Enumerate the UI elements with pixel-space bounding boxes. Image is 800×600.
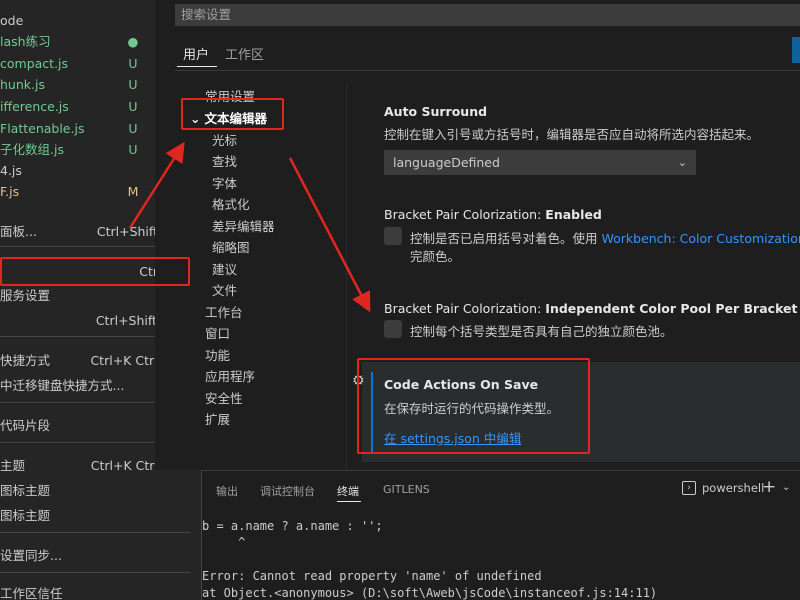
setting-title-auto-surround: Auto Surround — [384, 104, 488, 119]
bottom-panel: 输出 调试控制台 终端 GITLENS › powershell + ⌄ b =… — [202, 470, 800, 600]
git-status-badge: U — [128, 56, 138, 71]
menu-separator — [0, 572, 190, 573]
toc-extensions[interactable]: 扩展 — [205, 409, 230, 428]
toc-minimap[interactable]: 缩略图 — [212, 237, 250, 256]
toc-divider — [346, 84, 347, 470]
chevron-down-icon[interactable]: ⌄ — [782, 482, 790, 493]
toc-features[interactable]: 功能 — [205, 345, 230, 364]
git-status-badge: U — [128, 121, 138, 136]
active-tab-indicator — [337, 501, 361, 502]
terminal-line: at Object.<anonymous> (D:\soft\Aweb\jsCo… — [202, 586, 658, 600]
setting-description: 控制在键入引号或方括号时，编辑器是否应自动将所选内容括起来。 — [384, 127, 760, 142]
git-status-badge: U — [128, 99, 138, 114]
setting-title-bracket-colorization: Bracket Pair Colorization: Enabled — [384, 207, 602, 222]
terminal-line: Error: Cannot read property 'name' of un… — [202, 569, 542, 583]
file-item[interactable]: lash练习 ● — [0, 31, 155, 52]
setting-description: 控制每个括号类型是否具有自己的独立颜色池。 — [410, 324, 673, 339]
independent-pool-checkbox[interactable] — [384, 320, 402, 338]
auto-surround-select[interactable]: languageDefined ⌄ — [384, 150, 696, 175]
chevron-down-icon: ⌄ — [677, 156, 687, 169]
tab-terminal[interactable]: 终端 — [337, 483, 359, 499]
tab-gitlens[interactable]: GITLENS — [383, 483, 430, 496]
file-item[interactable]: 子化数组.js U — [0, 139, 155, 160]
git-status-badge: M — [127, 184, 139, 199]
tab-workspace-settings[interactable]: 工作区 — [225, 44, 264, 63]
active-tab-indicator — [177, 66, 217, 67]
file-item[interactable]: hunk.js U — [0, 74, 155, 95]
divider — [175, 70, 800, 71]
file-item[interactable]: Flattenable.js U — [0, 118, 155, 139]
annotation-box-code-actions — [357, 358, 590, 454]
toc-application[interactable]: 应用程序 — [205, 366, 255, 385]
annotation-box-settings-menu — [0, 257, 190, 286]
file-item[interactable]: compact.js U — [0, 53, 155, 74]
file-item[interactable]: ode — [0, 10, 155, 31]
terminal-icon: › — [682, 481, 696, 495]
setting-title-independent-pool: Bracket Pair Colorization: Independent C… — [384, 301, 800, 316]
toc-suggestions[interactable]: 建议 — [212, 259, 237, 278]
terminal-selector[interactable]: powershell — [702, 481, 764, 495]
toc-cursor[interactable]: 光标 — [212, 130, 237, 149]
terminal-line: b = a.name ? a.name : ''; — [202, 519, 383, 533]
toc-window[interactable]: 窗口 — [205, 323, 230, 342]
menu-item-workspace-trust[interactable]: 工作区信任 — [0, 582, 202, 600]
menu-item-product-icon-theme[interactable]: 图标主题 — [0, 504, 202, 528]
toc-formatting[interactable]: 格式化 — [212, 194, 250, 213]
tab-debug-console[interactable]: 调试控制台 — [260, 483, 315, 499]
explorer-panel: ode lash练习 ● compact.js U hunk.js U ifferen… — [0, 0, 155, 215]
file-item[interactable]: ifference.js U — [0, 96, 155, 117]
git-status-badge: ● — [127, 34, 139, 49]
menu-item-settings-sync[interactable]: 设置同步... — [0, 544, 202, 568]
git-status-badge: U — [128, 77, 138, 92]
menu-item-file-icon-theme[interactable]: 图标主题 — [0, 479, 202, 503]
toc-find[interactable]: 查找 — [212, 151, 237, 170]
menu-separator — [0, 532, 190, 533]
toc-font[interactable]: 字体 — [212, 173, 237, 192]
tab-user-settings[interactable]: 用户 — [183, 44, 209, 63]
toc-diff-editor[interactable]: 差异编辑器 — [212, 216, 275, 235]
file-item[interactable]: F.js M — [0, 181, 155, 202]
setting-description-tail: 完颜色。 — [410, 249, 461, 264]
annotation-box-text-editor — [181, 98, 284, 130]
setting-description: 控制是否已启用括号对着色。使用 Workbench: Color Customi… — [410, 228, 800, 247]
tab-output[interactable]: 输出 — [216, 483, 238, 499]
terminal-line: ^ — [202, 535, 246, 549]
color-customizations-link[interactable]: Workbench: Color Customizations — [601, 231, 800, 246]
add-terminal-icon[interactable]: + — [762, 477, 776, 497]
toc-security[interactable]: 安全性 — [205, 388, 243, 407]
settings-search-input[interactable]: 搜索设置 — [175, 4, 800, 26]
toc-files[interactable]: 文件 — [212, 280, 237, 299]
git-status-badge: U — [128, 142, 138, 157]
toc-workbench[interactable]: 工作台 — [205, 302, 243, 321]
file-item[interactable]: 4.js — [0, 160, 155, 181]
bracket-colorization-checkbox[interactable] — [384, 227, 402, 245]
open-json-button[interactable] — [792, 37, 800, 63]
